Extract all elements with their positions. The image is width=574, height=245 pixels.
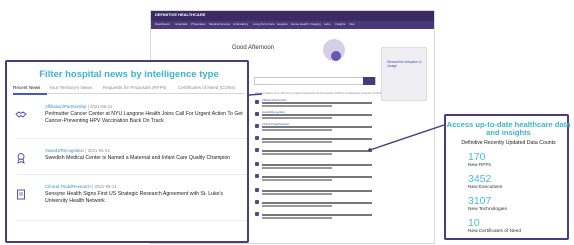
news-meta: Affiliation/Partnership | 2021-05-21 — [45, 104, 113, 109]
callout-title: Filter hospital news by intelligence typ… — [39, 69, 219, 80]
news-category[interactable]: Clinical Trials/Research — [45, 184, 91, 189]
news-filter-callout: Filter hospital news by intelligence typ… — [5, 60, 249, 243]
news-item[interactable]: Clinical Trials/Research | 2021-05-21 Se… — [15, 184, 245, 214]
tab-cons[interactable]: Certificates of Need (CONs) — [178, 85, 235, 90]
tab-rfps[interactable]: Requests for Proposals (RFPs) — [103, 85, 167, 90]
stat-label: New Executives — [468, 185, 503, 190]
data-counts-callout: Access up-to-date healthcare data and in… — [444, 114, 571, 240]
news-date: 2021-05-21 — [87, 148, 111, 153]
stat-label: New Certificates of Need — [468, 229, 522, 234]
news-divider — [17, 220, 247, 221]
stat-new-certificates-of-need[interactable]: 10 New Certificates of Need — [468, 218, 568, 235]
news-meta: Awards/Recognition | 2021-05-21 — [45, 148, 111, 153]
news-tabs: Recent News Your Territory's News Reques… — [13, 85, 253, 93]
callout-title: Access up-to-date healthcare data and in… — [446, 120, 571, 138]
stat-label: New RFPs — [468, 163, 491, 168]
news-date: 2021-05-21 — [90, 104, 113, 109]
stat-value: 10 — [468, 217, 480, 229]
clipboard-icon — [17, 189, 25, 200]
news-divider — [17, 174, 247, 175]
news-headline[interactable]: Swedish Medical Center is Named a Matern… — [45, 155, 245, 162]
callout-subtitle: Definitive Recently Updated Data Counts — [461, 140, 556, 146]
news-category[interactable]: Affiliation/Partnership — [45, 104, 86, 109]
news-date: 2021-05-21 — [94, 184, 117, 189]
news-meta: Clinical Trials/Research | 2021-05-21 — [45, 184, 117, 189]
tab-territory-news[interactable]: Your Territory's News — [49, 85, 92, 90]
tab-recent-news[interactable]: Recent News — [13, 85, 40, 90]
stat-new-rfps[interactable]: 170 New RFPs — [468, 152, 568, 169]
stat-value: 170 — [468, 151, 486, 163]
active-tab-indicator — [13, 92, 47, 95]
news-headline[interactable]: Sensyne Health Signs First US Strategic … — [45, 191, 245, 205]
stat-value: 3452 — [468, 173, 492, 185]
stat-new-executives[interactable]: 3452 New Executives — [468, 174, 568, 191]
tabs-divider — [13, 93, 245, 94]
stat-label: New Technologies — [468, 207, 507, 212]
news-item[interactable]: Affiliation/Partnership | 2021-05-21 Per… — [15, 104, 245, 134]
news-category[interactable]: Awards/Recognition — [45, 148, 84, 153]
award-ribbon-icon — [17, 153, 25, 164]
stat-new-technologies[interactable]: 3107 New Technologies — [468, 196, 568, 213]
handshake-icon — [15, 111, 27, 118]
stat-value: 3107 — [468, 195, 492, 207]
news-divider — [17, 138, 247, 139]
news-headline[interactable]: Perlmutter Cancer Center at NYU Langone … — [45, 111, 245, 125]
